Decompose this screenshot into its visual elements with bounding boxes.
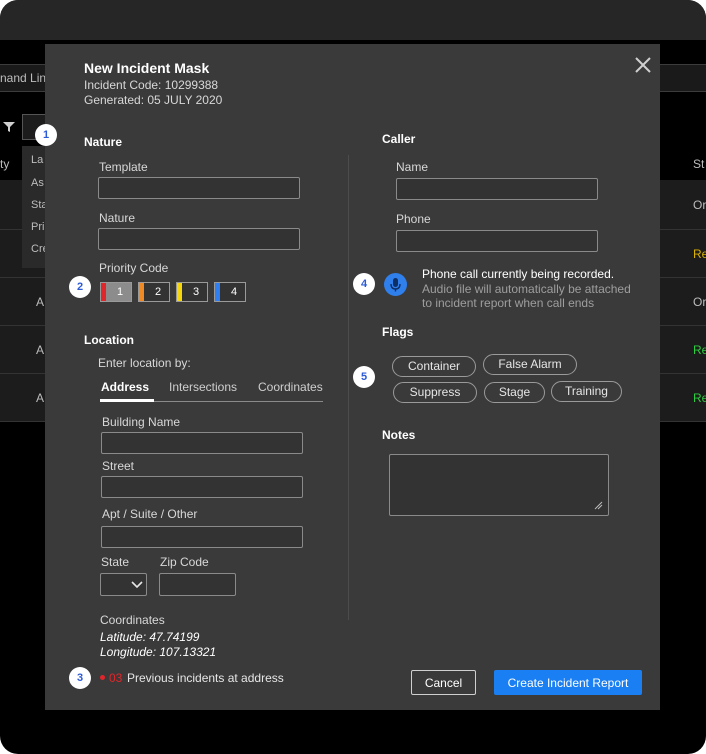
row-status: Re	[693, 247, 706, 261]
street-label: Street	[102, 459, 135, 473]
longitude-value: Longitude: 107.13321	[100, 645, 217, 659]
generated-date: Generated: 05 JULY 2020	[84, 93, 223, 107]
column-divider	[348, 155, 349, 620]
tab-coordinates[interactable]: Coordinates	[258, 380, 323, 394]
previous-incidents-text[interactable]: Previous incidents at address	[127, 671, 284, 685]
priority-4-stripe	[215, 283, 220, 301]
notes-heading: Notes	[382, 428, 416, 442]
dropdown-item[interactable]: As	[31, 177, 44, 189]
resize-handle-icon[interactable]	[593, 500, 603, 510]
priority-3-stripe	[177, 283, 182, 301]
row-label: A	[36, 295, 45, 309]
caller-name-input[interactable]	[396, 178, 598, 200]
dropdown-item[interactable]: La	[31, 154, 43, 166]
apt-input[interactable]	[101, 526, 303, 548]
row-status: Or	[693, 295, 706, 309]
command-line-label: nand Lin	[0, 71, 47, 85]
apt-label: Apt / Suite / Other	[102, 507, 198, 521]
tab-address[interactable]: Address	[101, 380, 149, 394]
priority-3-button[interactable]: 3	[176, 282, 208, 302]
app-window: nand Lin ty St Or Re A Or A Re A Re La A…	[0, 0, 706, 754]
priority-1-label: 1	[116, 286, 124, 298]
row-status: Re	[693, 343, 706, 357]
priority-1-button[interactable]: 1	[100, 282, 132, 302]
row-status: Or	[693, 198, 706, 212]
row-label: A	[36, 391, 45, 405]
table-header-right: St	[693, 157, 705, 171]
street-input[interactable]	[101, 476, 303, 498]
nature-input[interactable]	[98, 228, 300, 250]
tab-intersections[interactable]: Intersections	[169, 380, 237, 394]
priority-2-label: 2	[154, 286, 162, 298]
caller-name-label: Name	[396, 160, 429, 174]
table-header-left: ty	[0, 157, 10, 171]
flag-suppress[interactable]: Suppress	[393, 382, 477, 403]
flag-false-alarm[interactable]: False Alarm	[483, 354, 577, 375]
step-badge-4: 4	[353, 273, 375, 295]
latitude-value: Latitude: 47.74199	[100, 630, 200, 644]
microphone-icon[interactable]	[384, 273, 407, 296]
caller-phone-input[interactable]	[396, 230, 598, 252]
template-input[interactable]	[98, 177, 300, 199]
priority-4-label: 4	[230, 286, 238, 298]
zip-code-label: Zip Code	[160, 555, 209, 569]
state-select[interactable]	[100, 573, 147, 596]
nature-label: Nature	[99, 211, 136, 225]
row-label: A	[36, 343, 45, 357]
recording-note-line1: Audio file will automatically be attache…	[422, 282, 631, 296]
create-incident-report-button[interactable]: Create Incident Report	[494, 670, 642, 695]
incident-code: Incident Code: 10299388	[84, 78, 219, 92]
recording-status: Phone call currently being recorded.	[422, 267, 615, 281]
nature-heading: Nature	[84, 135, 123, 149]
building-name-label: Building Name	[102, 415, 181, 429]
step-badge-3: 3	[69, 667, 91, 689]
location-heading: Location	[84, 333, 134, 347]
template-label: Template	[99, 160, 148, 174]
flags-heading: Flags	[382, 325, 414, 339]
priority-1-stripe	[101, 283, 106, 301]
caller-phone-label: Phone	[396, 212, 431, 226]
state-label: State	[101, 555, 130, 569]
title-bar	[0, 0, 706, 40]
step-badge-1: 1	[35, 124, 57, 146]
enter-location-by-label: Enter location by:	[98, 356, 191, 370]
priority-2-stripe	[139, 283, 144, 301]
filter-icon[interactable]	[2, 121, 16, 133]
coordinates-label: Coordinates	[100, 613, 165, 627]
previous-incidents-count[interactable]: 03	[109, 671, 122, 685]
cancel-button[interactable]: Cancel	[411, 670, 476, 695]
recording-note-line2: to incident report when call ends	[422, 296, 595, 310]
chevron-down-icon	[131, 581, 143, 589]
close-icon[interactable]	[632, 54, 654, 76]
flag-stage[interactable]: Stage	[484, 382, 545, 403]
dropdown-item[interactable]: Pri	[31, 221, 44, 233]
priority-3-label: 3	[192, 286, 200, 298]
alert-dot	[100, 675, 105, 680]
row-status: Re	[693, 391, 706, 405]
active-tab-indicator	[100, 399, 154, 402]
step-badge-2: 2	[69, 276, 91, 298]
priority-4-button[interactable]: 4	[214, 282, 246, 302]
priority-2-button[interactable]: 2	[138, 282, 170, 302]
building-name-input[interactable]	[101, 432, 303, 454]
flag-training[interactable]: Training	[551, 381, 622, 402]
flag-container[interactable]: Container	[392, 356, 476, 377]
zip-code-input[interactable]	[159, 573, 236, 596]
notes-textarea[interactable]	[389, 454, 609, 516]
caller-heading: Caller	[382, 132, 416, 146]
priority-code-label: Priority Code	[99, 261, 169, 275]
modal-title: New Incident Mask	[84, 60, 210, 76]
step-badge-5: 5	[353, 366, 375, 388]
